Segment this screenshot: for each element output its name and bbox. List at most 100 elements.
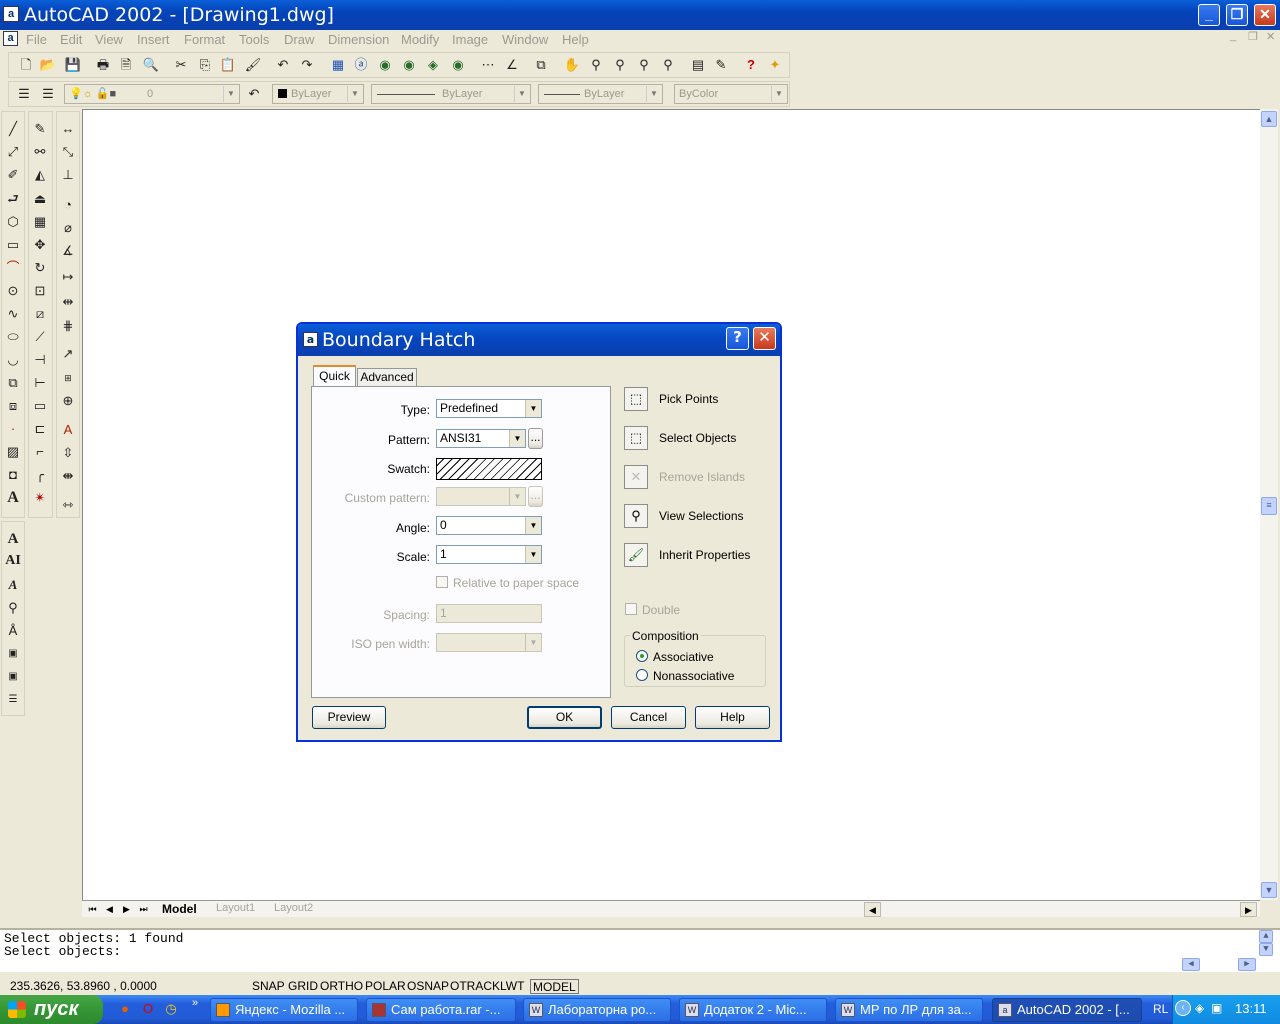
scale-combo[interactable]: 1 ▼ bbox=[436, 545, 542, 564]
select-objects-button[interactable]: ⬚ bbox=[624, 426, 648, 450]
linetype-dropdown[interactable]: ByLayer ▼ bbox=[371, 84, 531, 104]
snap-toggle[interactable]: SNAP bbox=[252, 979, 285, 994]
single-line-text-icon[interactable]: AI bbox=[4, 552, 22, 570]
dialog-close-button[interactable]: ✕ bbox=[753, 327, 776, 350]
mirror-icon[interactable]: ◭ bbox=[31, 166, 49, 184]
type-combo[interactable]: Predefined ▼ bbox=[436, 399, 542, 418]
pan-icon[interactable]: ✋ bbox=[563, 56, 581, 74]
array-icon[interactable]: ▦ bbox=[31, 213, 49, 231]
menu-edit[interactable]: Edit bbox=[60, 32, 82, 47]
nonassociative-radio[interactable] bbox=[636, 669, 648, 681]
extend-icon[interactable]: ⊢ bbox=[31, 374, 49, 392]
rectangle-icon[interactable]: ▭ bbox=[4, 236, 22, 254]
save-icon[interactable]: 💾 bbox=[64, 56, 82, 74]
pick-points-button[interactable]: ⬚ bbox=[624, 387, 648, 411]
dimension-style-icon[interactable]: ⇿ bbox=[59, 496, 77, 514]
document-icon[interactable]: a bbox=[3, 31, 18, 46]
menu-modify[interactable]: Modify bbox=[401, 32, 439, 47]
dimension-edit-icon[interactable]: A bbox=[59, 421, 77, 439]
start-button[interactable]: пуск bbox=[0, 995, 103, 1024]
insert-block-icon[interactable]: ⧉ bbox=[4, 374, 22, 392]
make-layer-current-icon[interactable]: ☰ bbox=[39, 85, 57, 103]
hatch-swatch[interactable] bbox=[436, 458, 542, 480]
menu-tools[interactable]: Tools bbox=[239, 32, 269, 47]
scroll-right-icon[interactable]: ▶ bbox=[1240, 902, 1257, 917]
offset-icon[interactable]: ⏏ bbox=[31, 190, 49, 208]
previous-tab-icon[interactable]: ◀ bbox=[101, 902, 118, 917]
hatch-icon[interactable]: ▨ bbox=[4, 443, 22, 461]
polygon-icon[interactable]: ⮐ bbox=[4, 190, 22, 208]
grid-toggle[interactable]: GRID bbox=[288, 979, 318, 994]
cancel-button[interactable]: Cancel bbox=[611, 706, 686, 729]
doc-close-button[interactable]: ✕ bbox=[1266, 30, 1275, 43]
close-button[interactable]: ✕ bbox=[1254, 4, 1276, 26]
tab-layout1[interactable]: Layout1 bbox=[216, 902, 255, 914]
design-center-icon[interactable]: ▦ bbox=[329, 56, 347, 74]
print-preview-icon[interactable]: 🗎 bbox=[117, 56, 135, 74]
open-icon[interactable]: 📂 bbox=[39, 56, 57, 74]
pattern-combo[interactable]: ANSI31 ▼ bbox=[436, 429, 526, 448]
task-yandex-firefox[interactable]: Яндекс - Mozilla ... bbox=[210, 998, 358, 1022]
rotate-icon[interactable]: ↻ bbox=[31, 259, 49, 277]
maximize-button[interactable]: ❐ bbox=[1226, 4, 1248, 26]
osnap-toggle[interactable]: OSNAP bbox=[407, 979, 449, 994]
radius-dimension-icon[interactable]: ◔ bbox=[59, 196, 77, 214]
chamfer-icon[interactable]: ⌐ bbox=[31, 443, 49, 461]
cut-icon[interactable]: ✂ bbox=[172, 56, 190, 74]
menu-format[interactable]: Format bbox=[184, 32, 225, 47]
web-icon[interactable]: ◉ bbox=[376, 56, 394, 74]
task-rar-archive[interactable]: Сам работа.rar -... bbox=[366, 998, 516, 1022]
hexagon-icon[interactable]: ⬡ bbox=[4, 213, 22, 231]
polar-toggle[interactable]: POLAR bbox=[365, 979, 406, 994]
associative-radio[interactable] bbox=[636, 650, 648, 662]
task-dodatok-word[interactable]: W Додаток 2 - Mic... bbox=[679, 998, 827, 1022]
find-text-icon[interactable]: ⚲ bbox=[4, 599, 22, 617]
break-at-point-icon[interactable]: ⊏ bbox=[31, 420, 49, 438]
redo-icon[interactable]: ↷ bbox=[298, 56, 316, 74]
linear-dimension-icon[interactable]: ↔ bbox=[59, 120, 77, 138]
paste-icon[interactable]: 📋 bbox=[219, 56, 237, 74]
command-scroll-down-icon[interactable]: ▼ bbox=[1259, 943, 1273, 956]
viewports-icon[interactable]: ⧉ bbox=[532, 56, 550, 74]
ellipse-arc-icon[interactable]: ◡ bbox=[4, 351, 22, 369]
tab-advanced[interactable]: Advanced bbox=[357, 368, 417, 386]
firefox-quicklaunch-icon[interactable]: ● bbox=[116, 1000, 134, 1018]
layer-previous-icon[interactable]: ↶ bbox=[245, 85, 263, 103]
model-toggle[interactable]: MODEL bbox=[530, 979, 579, 994]
lwt-toggle[interactable]: LWT bbox=[500, 979, 524, 994]
ucs-icon[interactable]: ∠ bbox=[503, 56, 521, 74]
task-mr-word[interactable]: W МР по ЛР для за... bbox=[835, 998, 983, 1022]
today-icon[interactable]: ✦ bbox=[766, 56, 784, 74]
clock[interactable]: 13:11 bbox=[1235, 1001, 1267, 1016]
quicklaunch-more-icon[interactable]: » bbox=[192, 997, 198, 1009]
new-icon[interactable]: 🗋 bbox=[17, 56, 35, 74]
command-scroll-left-icon[interactable]: ◀ bbox=[1182, 958, 1200, 971]
tray-app-icon[interactable]: ◈ bbox=[1195, 1001, 1204, 1015]
center-mark-icon[interactable]: ⊕ bbox=[59, 392, 77, 410]
scroll-left-icon[interactable]: ◀ bbox=[864, 902, 881, 917]
language-indicator[interactable]: RL bbox=[1153, 1002, 1168, 1016]
hyperlink-icon[interactable]: ◈ bbox=[424, 56, 442, 74]
help-icon[interactable]: ? bbox=[742, 56, 760, 74]
doc-minimize-button[interactable]: _ bbox=[1230, 30, 1236, 42]
web-browse-icon[interactable]: ◉ bbox=[449, 56, 467, 74]
menu-insert[interactable]: Insert bbox=[137, 32, 170, 47]
zoom-window-icon[interactable]: ⚲ bbox=[611, 56, 629, 74]
autocad-app-icon[interactable]: a bbox=[3, 6, 19, 22]
polyline-icon[interactable]: ✐ bbox=[4, 166, 22, 184]
zoom-previous-icon[interactable]: ⚲ bbox=[635, 56, 653, 74]
tolerance-icon[interactable]: ⊞ bbox=[59, 369, 77, 387]
tray-expand-icon[interactable]: ‹ bbox=[1175, 1000, 1191, 1016]
lineweight-dropdown[interactable]: ByLayer ▼ bbox=[538, 84, 663, 104]
layers-icon[interactable]: ☰ bbox=[15, 85, 33, 103]
explode-icon[interactable]: ✴ bbox=[31, 489, 49, 507]
ortho-toggle[interactable]: ORTHO bbox=[320, 979, 363, 994]
tab-model[interactable]: Model bbox=[162, 902, 197, 916]
network-icon[interactable]: ▣ bbox=[1211, 1001, 1222, 1015]
command-scroll-up-icon[interactable]: ▲ bbox=[1259, 930, 1273, 943]
spline-icon[interactable]: ∿ bbox=[4, 305, 22, 323]
tracking-icon[interactable]: ⋯ bbox=[479, 56, 497, 74]
angular-dimension-icon[interactable]: ∡ bbox=[59, 242, 77, 260]
ok-button[interactable]: OK bbox=[527, 706, 602, 729]
tab-quick[interactable]: Quick bbox=[313, 365, 356, 387]
